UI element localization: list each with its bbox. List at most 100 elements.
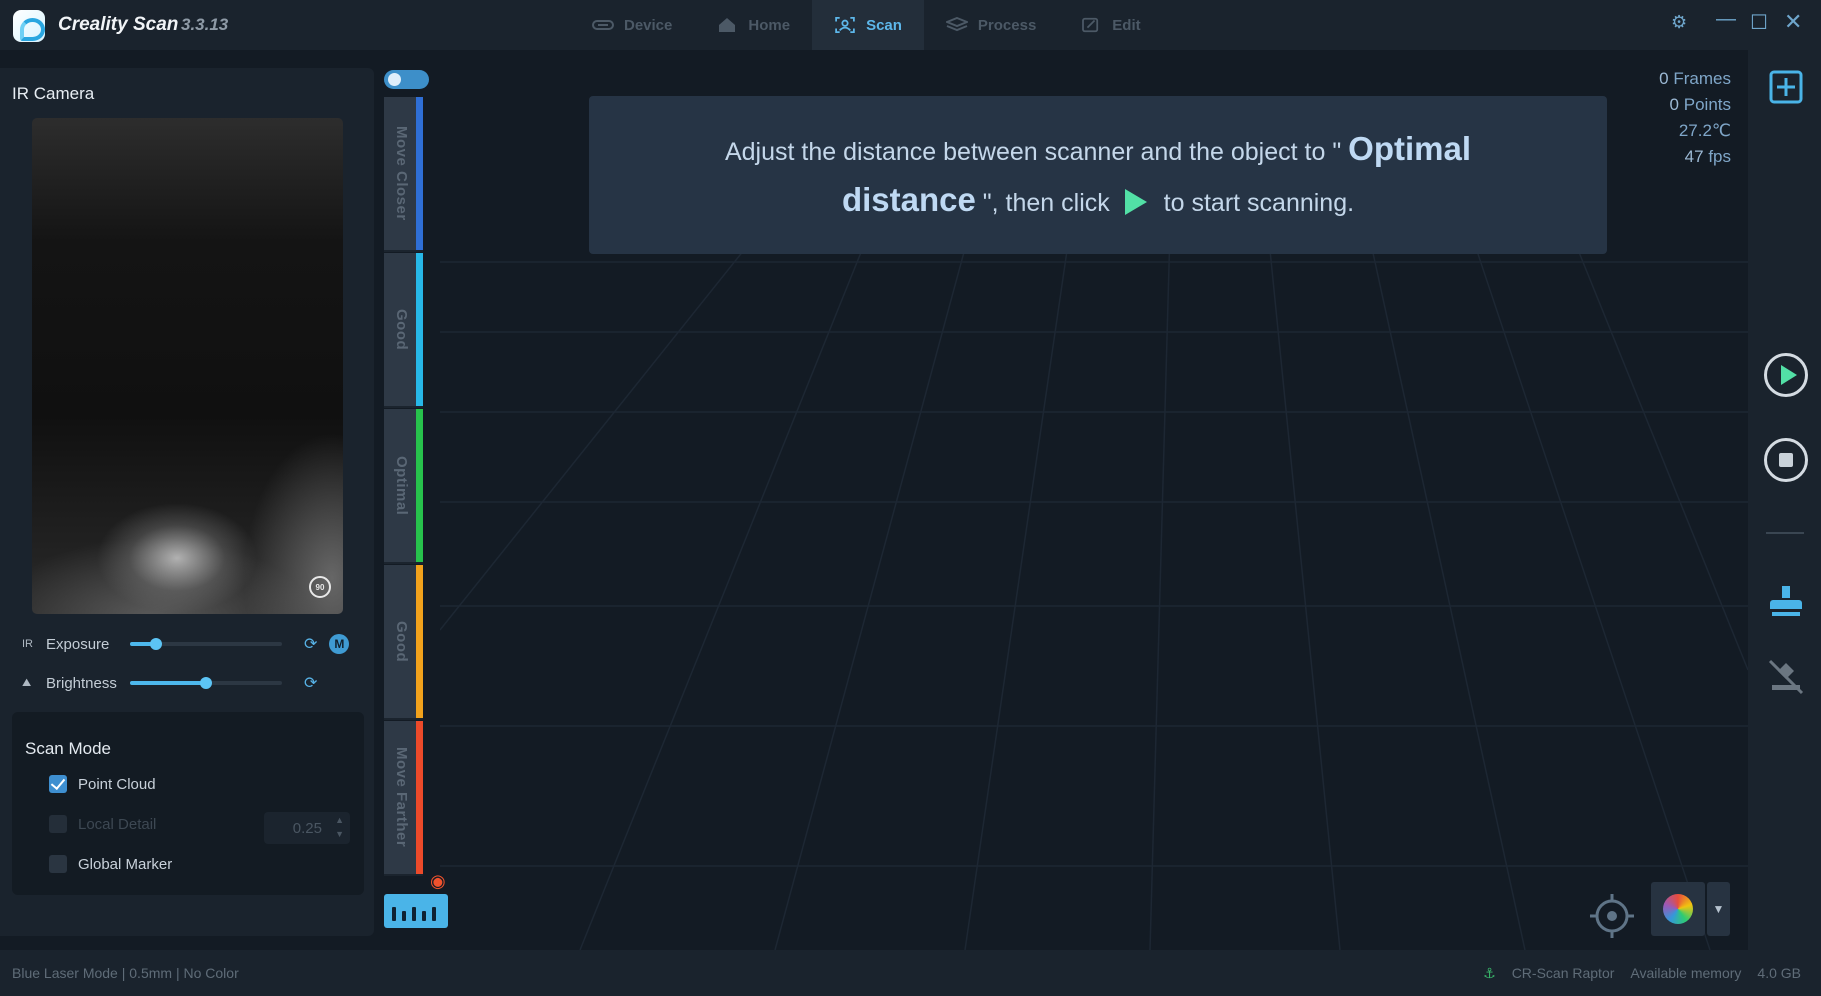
distance-segment-good-far: Good [384, 565, 423, 720]
tab-device[interactable]: Device [570, 0, 694, 50]
distance-label: Move Farther [393, 747, 410, 848]
scan-mode-panel: Scan Mode Point Cloud Local Detail 0.25 … [12, 712, 364, 895]
frames-value: 0 [1659, 69, 1669, 88]
local-detail-option[interactable]: Local Detail [49, 815, 156, 833]
distance-label: Move Closer [393, 126, 410, 221]
brightness-reset-icon[interactable]: ⟳ [304, 673, 317, 693]
home-icon [719, 18, 736, 32]
maximize-icon[interactable]: ☐ [1750, 10, 1768, 35]
new-project-icon[interactable] [1764, 65, 1808, 109]
points-value: 0 [1669, 95, 1680, 114]
distance-segment-optimal: Optimal [384, 409, 423, 564]
distance-label: Optimal [393, 455, 410, 516]
brightness-label: Brightness [46, 674, 117, 692]
tab-process[interactable]: Process [924, 0, 1058, 50]
crosshair-icon[interactable] [1588, 892, 1636, 940]
right-toolbar [1748, 50, 1821, 950]
local-detail-value: 0.25 [292, 820, 322, 837]
play-inline-icon [1124, 189, 1147, 215]
tab-scan[interactable]: Scan [812, 0, 924, 50]
exposure-slider-knob[interactable] [149, 638, 162, 650]
brightness-slider-knob[interactable] [200, 677, 212, 689]
tab-label: Edit [1112, 16, 1141, 34]
device-icon [592, 20, 614, 30]
color-mode: No Color [183, 965, 239, 981]
disabled-stamp-icon[interactable] [1764, 655, 1808, 699]
exposure-slider[interactable] [130, 638, 282, 650]
temperature-stat: 27.2℃ [1659, 118, 1731, 144]
minimize-icon[interactable]: — [1716, 8, 1736, 31]
fps-value: 47 [1684, 147, 1704, 166]
scan-mode-title: Scan Mode [25, 739, 111, 758]
laser-mode: Blue Laser Mode [12, 965, 118, 981]
distance-bar-toggle[interactable] [384, 70, 429, 89]
frames-stat: 0 Frames [1659, 66, 1731, 92]
exposure-row: IR Exposure ⟳ M [22, 633, 350, 655]
distance-segment-good-near: Good [384, 253, 423, 408]
distance-label: Good [393, 308, 410, 351]
hint-optimal-text: Optimal [1348, 130, 1472, 167]
chevron-down-icon[interactable]: ▼ [335, 829, 344, 839]
edit-icon [1082, 17, 1099, 33]
toolbar-divider [1766, 532, 1804, 534]
creality-scan-window: Creality Scan 3.3.13 Device Home Scan Pr… [0, 0, 1821, 996]
manual-mode-badge[interactable]: M [329, 634, 350, 654]
tab-label: Process [977, 16, 1037, 34]
distance-bar-fill [416, 565, 423, 718]
global-marker-option[interactable]: Global Marker [49, 855, 172, 873]
point-cloud-label: Point Cloud [78, 775, 156, 793]
points-label: Points [1683, 95, 1731, 114]
close-icon[interactable]: ✕ [1784, 9, 1802, 35]
gear-icon[interactable]: ⚙ [1671, 12, 1687, 33]
status-bar: Blue Laser Mode | 0.5mm | No Color ⚓ CR-… [0, 950, 1821, 996]
distance-segment-move-closer: Move Closer [384, 97, 423, 252]
distance-label: Good [393, 620, 410, 663]
ruler-button[interactable] [384, 894, 448, 928]
3d-viewport[interactable]: Adjust the distance between scanner and … [440, 50, 1748, 950]
tab-edit[interactable]: Edit [1058, 0, 1162, 50]
color-mode-dropdown-icon[interactable]: ▼ [1707, 882, 1730, 936]
exposure-label: Exposure [46, 635, 110, 653]
play-icon [1781, 365, 1797, 385]
app-version: 3.3.13 [181, 15, 229, 34]
brightness-row: ⛰ Brightness ⟳ [22, 672, 317, 694]
temperature-value: 27.2 [1678, 121, 1712, 140]
fps-stat: 47 fps [1659, 144, 1731, 170]
distance-bar-fill [416, 721, 423, 874]
tab-label: Home [748, 16, 791, 34]
exposure-reset-icon[interactable]: ⟳ [304, 634, 317, 654]
global-marker-checkbox[interactable] [49, 855, 67, 873]
scan-stats: 0 Frames 0 Points 27.2℃ 47 fps [1659, 66, 1731, 170]
local-detail-checkbox[interactable] [49, 815, 67, 833]
distance-bar-fill [416, 409, 423, 562]
chevron-up-icon[interactable]: ▲ [335, 815, 344, 825]
hint-distance-text: distance [841, 181, 976, 218]
fps-label: fps [1708, 147, 1731, 166]
tab-home[interactable]: Home [694, 0, 812, 50]
app-name: Creality Scan [58, 14, 179, 35]
device-name: CR-Scan Raptor [1511, 965, 1615, 981]
distance-segment-move-farther: Move Farther [384, 721, 423, 876]
ir-icon: IR [22, 638, 33, 650]
local-detail-label: Local Detail [78, 815, 157, 833]
scan-hint-banner: Adjust the distance between scanner and … [589, 96, 1607, 254]
brightness-icon: ⛰ [22, 676, 32, 689]
stamp-icon[interactable] [1764, 580, 1808, 624]
stop-scan-button[interactable] [1764, 438, 1808, 482]
frames-label: Frames [1673, 69, 1731, 88]
color-wheel-icon [1663, 894, 1693, 924]
point-cloud-option[interactable]: Point Cloud [49, 775, 156, 793]
memory-label: Available memory [1630, 965, 1742, 981]
scan-settings-summary: Blue Laser Mode | 0.5mm | No Color [12, 965, 239, 981]
color-mode-button[interactable] [1651, 882, 1705, 936]
local-detail-stepper[interactable]: 0.25 ▲ ▼ [264, 812, 350, 844]
stop-icon [1779, 453, 1793, 467]
ir-camera-title: IR Camera [12, 84, 95, 103]
temperature-unit: ℃ [1711, 121, 1731, 140]
brightness-slider-fill [130, 681, 206, 685]
point-cloud-checkbox[interactable] [49, 775, 67, 793]
brightness-slider[interactable] [130, 677, 282, 689]
hint-text-part2: ", then click [982, 189, 1110, 217]
rotate-90-icon[interactable]: 90 [309, 576, 331, 598]
start-scan-button[interactable] [1764, 353, 1808, 397]
